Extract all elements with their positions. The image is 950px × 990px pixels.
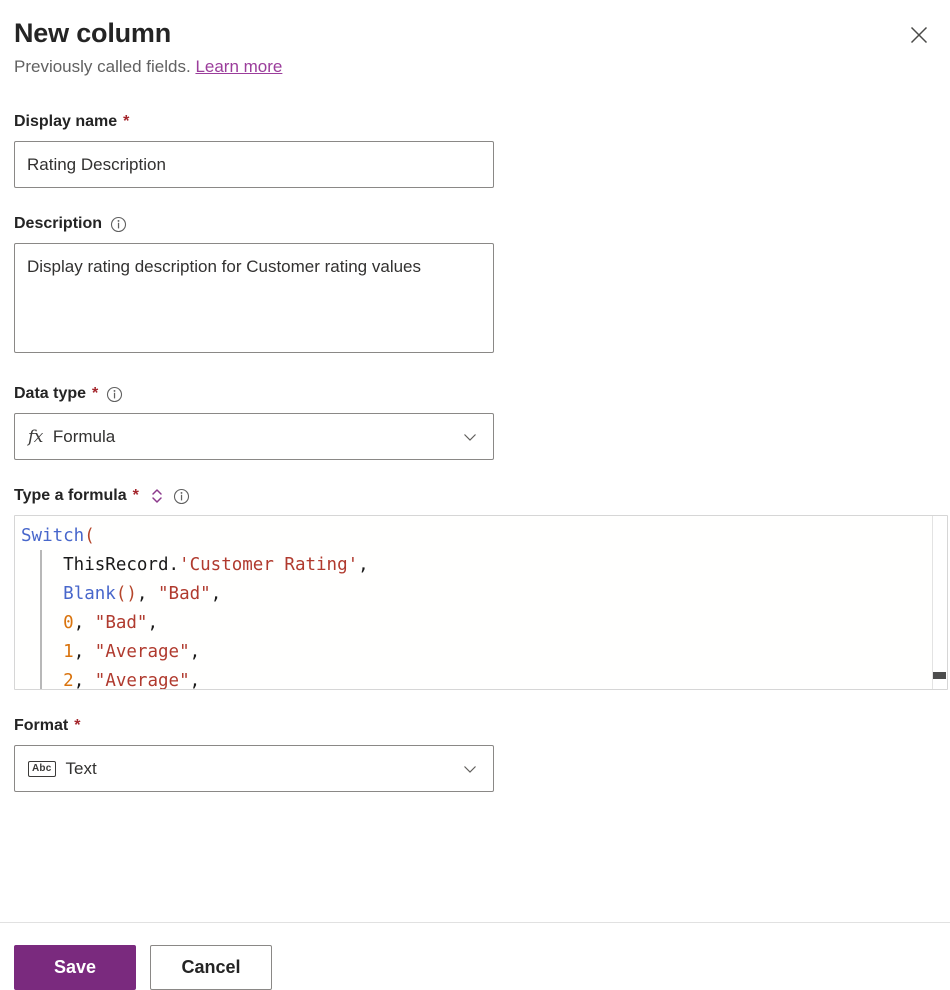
- formula-token: 0: [63, 613, 74, 633]
- info-icon[interactable]: [106, 386, 123, 403]
- close-button[interactable]: [902, 18, 936, 52]
- cancel-button[interactable]: Cancel: [150, 945, 272, 990]
- formula-token: Switch: [21, 526, 85, 546]
- description-textarea[interactable]: [14, 243, 494, 353]
- required-asterisk: *: [92, 385, 99, 402]
- required-asterisk: *: [74, 717, 81, 734]
- formula-label-row: Type a formula *: [14, 486, 936, 506]
- formula-code[interactable]: Switch( ThisRecord.'Customer Rating', Bl…: [15, 516, 947, 690]
- formula-token: ,: [73, 613, 95, 633]
- display-name-input[interactable]: [14, 141, 494, 188]
- format-label: Format: [14, 717, 69, 734]
- chevron-down-icon: [461, 760, 479, 778]
- formula-token: [21, 584, 63, 604]
- panel-subtitle: Previously called fields. Learn more: [14, 55, 930, 79]
- display-name-label: Display name: [14, 113, 118, 130]
- formula-token: "Bad": [94, 613, 148, 633]
- formula-token: (): [115, 584, 137, 604]
- format-label-row: Format *: [14, 716, 936, 736]
- learn-more-link[interactable]: Learn more: [195, 57, 282, 76]
- formula-token: [21, 671, 63, 689]
- formula-token: 1: [63, 642, 74, 662]
- info-icon[interactable]: [173, 488, 190, 505]
- formula-token: ,: [189, 642, 201, 662]
- data-type-selected-value: Formula: [52, 426, 116, 446]
- formula-editor[interactable]: Switch( ThisRecord.'Customer Rating', Bl…: [14, 515, 948, 690]
- formula-fx-icon: fx: [28, 426, 43, 447]
- panel-body: Display name * Description: [0, 79, 950, 898]
- field-description: Description: [14, 214, 936, 358]
- indent-guide: [40, 550, 42, 689]
- save-button[interactable]: Save: [14, 945, 136, 990]
- field-format: Format * Abc Text: [14, 716, 936, 792]
- page-title: New column: [14, 18, 172, 48]
- data-type-label: Data type: [14, 385, 87, 402]
- close-icon: [909, 25, 929, 45]
- formula-token: ,: [136, 584, 158, 604]
- formula-token: [21, 613, 63, 633]
- description-label-row: Description: [14, 214, 936, 234]
- expand-collapse-icon[interactable]: [149, 487, 165, 505]
- format-dropdown[interactable]: Abc Text: [14, 745, 494, 792]
- field-data-type: Data type * fx Formula: [14, 384, 936, 460]
- formula-horizontal-scrollbar-thumb[interactable]: [933, 672, 946, 679]
- subtitle-text: Previously called fields.: [14, 57, 191, 76]
- new-column-panel: New column Previously called fields. Lea…: [0, 0, 950, 990]
- field-display-name: Display name *: [14, 112, 936, 188]
- panel-header: New column Previously called fields. Lea…: [0, 0, 950, 79]
- format-value-wrap: Abc Text: [28, 759, 461, 779]
- panel-footer: Save Cancel: [0, 923, 950, 990]
- display-name-label-row: Display name *: [14, 112, 936, 132]
- formula-label: Type a formula: [14, 487, 127, 504]
- description-label: Description: [14, 215, 103, 232]
- formula-token: "Average": [94, 642, 190, 662]
- formula-token: ,: [210, 584, 222, 604]
- formula-token: ,: [189, 671, 201, 690]
- formula-token: "Bad": [158, 584, 211, 604]
- field-formula: Type a formula * Switch(ThisRecord.'Cus…: [14, 486, 948, 690]
- required-asterisk: *: [123, 113, 130, 130]
- formula-token: ,: [358, 555, 369, 575]
- data-type-label-row: Data type *: [14, 384, 936, 404]
- formula-token: 2: [63, 671, 74, 690]
- format-selected-value: Text: [65, 758, 97, 778]
- data-type-value-wrap: fx Formula: [28, 427, 461, 447]
- formula-token: (: [84, 526, 95, 546]
- formula-token: "Average": [94, 671, 190, 690]
- required-asterisk: *: [132, 487, 139, 504]
- info-icon[interactable]: [110, 216, 127, 233]
- formula-token: ,: [147, 613, 159, 633]
- data-type-dropdown[interactable]: fx Formula: [14, 413, 494, 460]
- formula-token: Blank: [63, 584, 116, 604]
- formula-token: ThisRecord.: [21, 555, 180, 575]
- formula-token: ,: [73, 642, 95, 662]
- formula-token: 'Customer Rating': [179, 555, 359, 575]
- formula-token: [21, 642, 63, 662]
- formula-vertical-scrollbar[interactable]: [932, 516, 947, 689]
- text-abc-icon: Abc: [28, 760, 56, 777]
- formula-token: ,: [73, 671, 95, 690]
- chevron-down-icon: [461, 428, 479, 446]
